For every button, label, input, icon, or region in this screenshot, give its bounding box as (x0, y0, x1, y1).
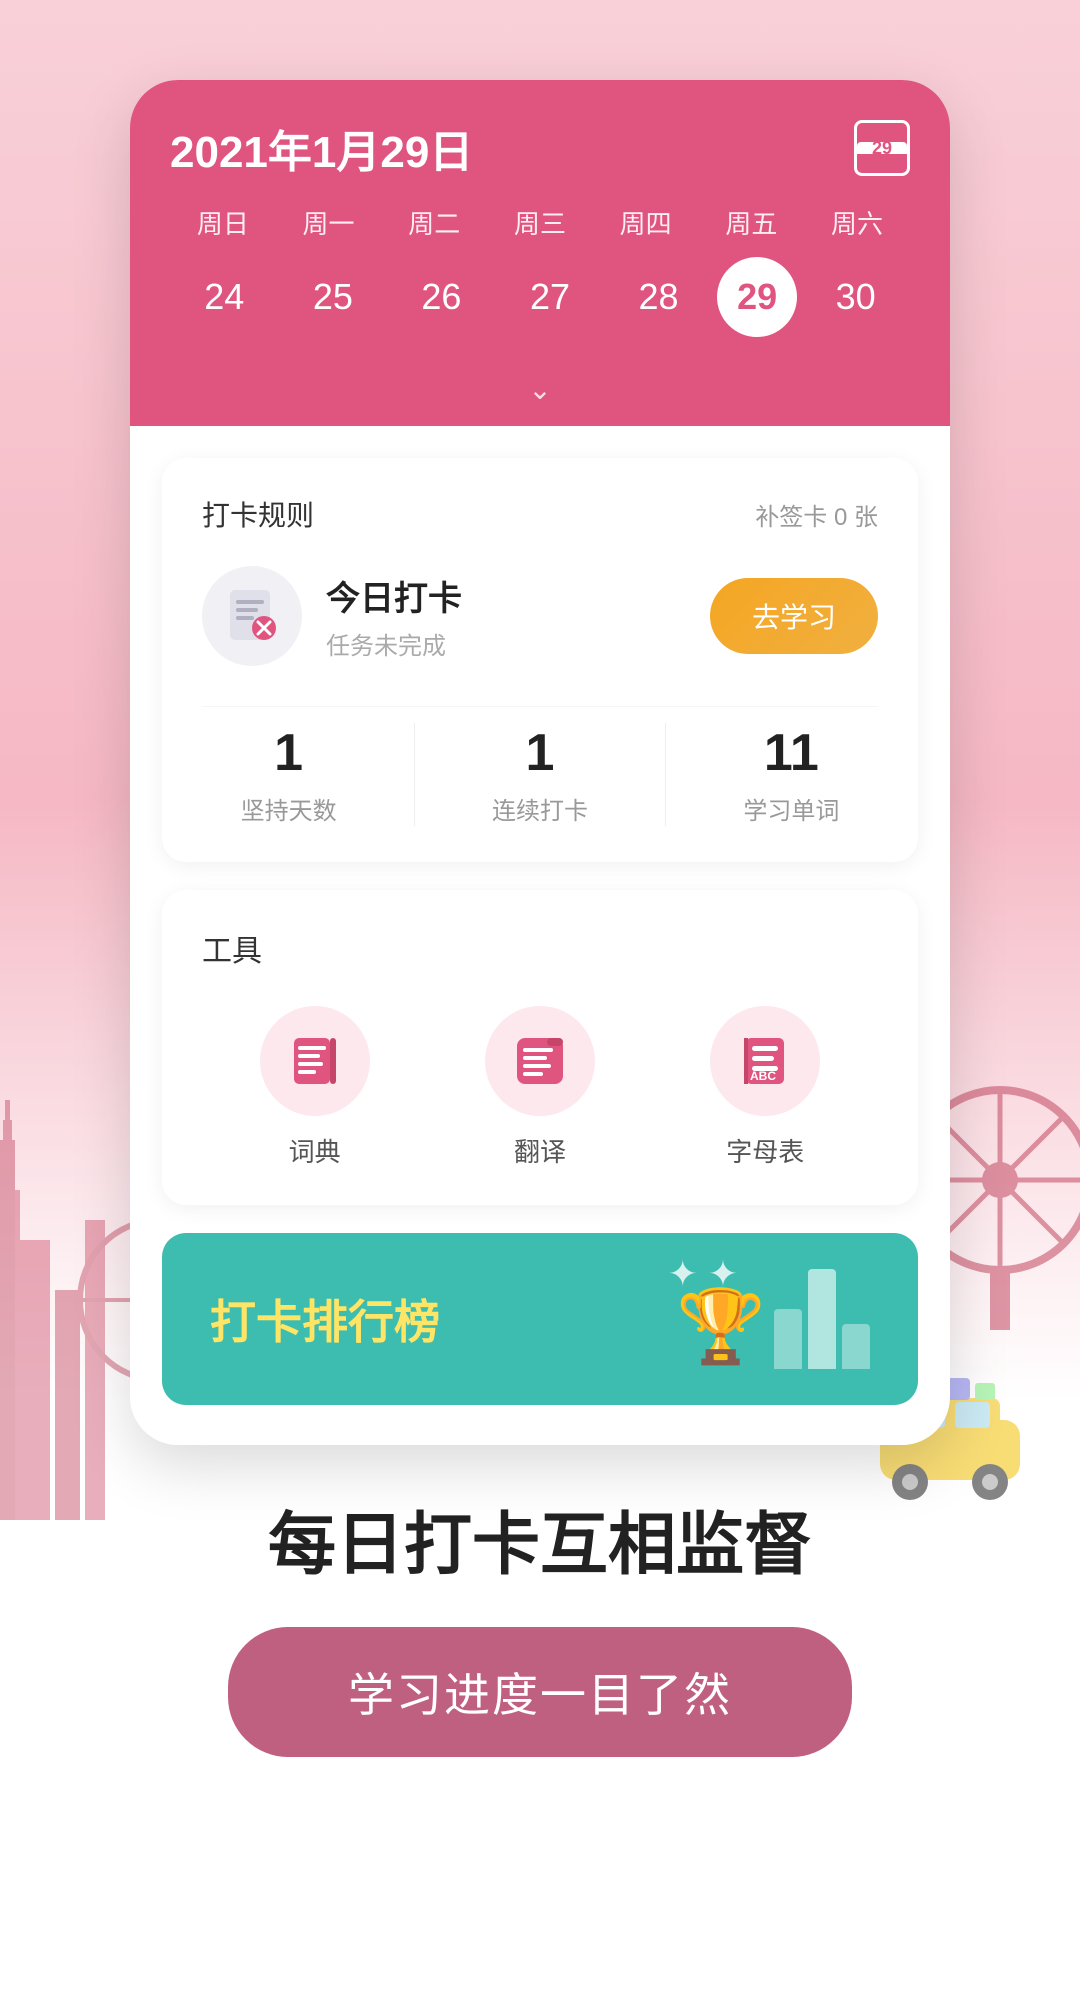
today-checkin-sub: 任务未完成 (326, 626, 462, 661)
tools-title: 工具 (202, 926, 878, 970)
checkin-main-row: 今日打卡 任务未完成 去学习 (202, 566, 878, 666)
checkin-info: 今日打卡 任务未完成 (326, 571, 462, 661)
stat-num: 1 (526, 723, 555, 783)
alphabet-tool-label: 字母表 (726, 1132, 804, 1169)
week-day-label: 周日 (173, 204, 273, 241)
rank-bar-1 (774, 1309, 802, 1369)
calendar-title: 2021年1月29日 (170, 116, 473, 180)
week-day-label: 周二 (384, 204, 484, 241)
ranking-visual: 🏆 (676, 1269, 870, 1369)
ranking-text-highlight: 排行榜 (302, 1296, 440, 1348)
rank-bars (774, 1269, 870, 1369)
trophy-icon: 🏆 (676, 1284, 766, 1369)
dates-row: 24252627282930 (170, 257, 910, 365)
checkin-left: 今日打卡 任务未完成 (202, 566, 462, 666)
week-days-row: 周日周一周二周三周四周五周六 (170, 204, 910, 241)
week-day-label: 周一 (279, 204, 379, 241)
checkin-avatar (202, 566, 302, 666)
alphabet-icon-wrap: ABC (710, 1006, 820, 1116)
translate-tool-label: 翻译 (514, 1132, 566, 1169)
calendar-date-cell[interactable]: 28 (609, 257, 709, 337)
rank-bar-3 (842, 1324, 870, 1369)
svg-text:ABC: ABC (750, 1069, 776, 1083)
stat-item: 1 连续打卡 (492, 723, 588, 826)
tools-card: 工具 词典 翻译 ABC 字母表 (162, 890, 918, 1205)
calendar-section: 2021年1月29日 29 周日周一周二周三周四周五周六 24252627282… (130, 80, 950, 426)
translate-icon-wrap (485, 1006, 595, 1116)
dictionary-tool-label: 词典 (289, 1132, 341, 1169)
calendar-date-cell[interactable]: 25 (283, 257, 383, 337)
stat-label: 学习单词 (743, 791, 839, 826)
phone-frame: 2021年1月29日 29 周日周一周二周三周四周五周六 24252627282… (130, 80, 950, 1445)
checkin-rule-label: 打卡规则 (202, 494, 314, 534)
calendar-date-cell[interactable]: 29 (717, 257, 797, 337)
stats-row: 1 坚持天数 1 连续打卡 11 学习单词 (202, 706, 878, 826)
stat-divider (665, 723, 666, 826)
bottom-headline: 每日打卡互相监督 (268, 1505, 812, 1587)
calendar-icon-button[interactable]: 29 (854, 120, 910, 176)
week-day-label: 周六 (807, 204, 907, 241)
ranking-text-pre: 打卡 (210, 1296, 302, 1348)
stat-label: 坚持天数 (241, 791, 337, 826)
stat-item: 1 坚持天数 (241, 723, 337, 826)
tool-dictionary[interactable]: 词典 (260, 1006, 370, 1169)
ranking-text: 打卡排行榜 (210, 1286, 440, 1352)
stat-label: 连续打卡 (492, 791, 588, 826)
calendar-date-cell[interactable]: 30 (806, 257, 906, 337)
dictionary-icon-wrap (260, 1006, 370, 1116)
calendar-date-cell[interactable]: 24 (174, 257, 274, 337)
ranking-banner[interactable]: 打卡排行榜 ✦ ✦ 🏆 (162, 1233, 918, 1405)
tool-alphabet[interactable]: ABC 字母表 (710, 1006, 820, 1169)
stat-item: 11 学习单词 (743, 723, 839, 826)
stat-num: 1 (274, 723, 303, 783)
calendar-expand-chevron[interactable]: ⌄ (170, 365, 910, 426)
tool-translate[interactable]: 翻译 (485, 1006, 595, 1169)
week-day-label: 周五 (701, 204, 801, 241)
stat-divider (414, 723, 415, 826)
stat-num: 11 (764, 723, 819, 783)
tools-row: 词典 翻译 ABC 字母表 (202, 1006, 878, 1169)
checkin-header: 打卡规则 补签卡 0 张 (202, 494, 878, 534)
week-day-label: 周四 (596, 204, 696, 241)
supplement-card-label: 补签卡 0 张 (755, 497, 878, 532)
calendar-date-cell[interactable]: 26 (391, 257, 491, 337)
calendar-date-cell[interactable]: 27 (500, 257, 600, 337)
checkin-card: 打卡规则 补签卡 0 张 今日 (162, 458, 918, 862)
week-day-label: 周三 (490, 204, 590, 241)
go-study-button[interactable]: 去学习 (710, 578, 878, 654)
today-checkin-title: 今日打卡 (326, 571, 462, 620)
rank-bar-2 (808, 1269, 836, 1369)
bottom-cta-button[interactable]: 学习进度一目了然 (228, 1627, 852, 1757)
